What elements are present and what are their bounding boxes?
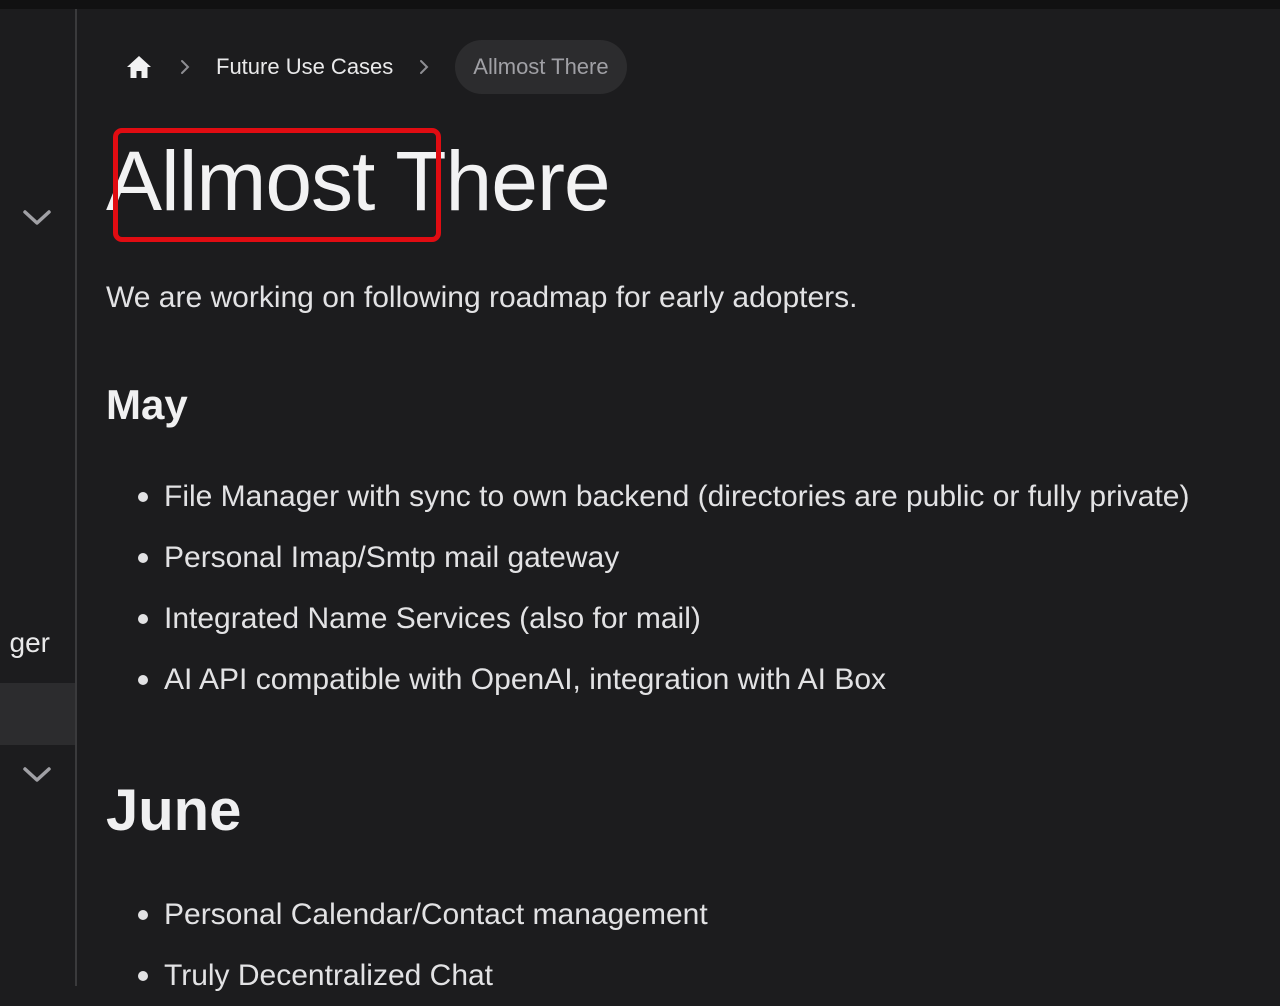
section-list-may: File Manager with sync to own backend (d… xyxy=(106,466,1189,710)
sidebar-item-label[interactable]: ger xyxy=(0,627,75,659)
breadcrumb-current: Allmost There xyxy=(455,40,627,94)
list-item-text: Personal Calendar/Contact management xyxy=(164,898,708,931)
breadcrumb: Future Use Cases Allmost There xyxy=(124,39,627,95)
window-top-bar xyxy=(0,0,1280,9)
section-list-june: Personal Calendar/Contact management Tru… xyxy=(106,884,708,1006)
main-content: Future Use Cases Allmost There Allmost T… xyxy=(77,9,1280,992)
page-title-wrap: Allmost There xyxy=(106,128,611,242)
bullet-icon xyxy=(138,614,148,624)
list-item: AI API compatible with OpenAI, integrati… xyxy=(106,649,1189,710)
home-icon[interactable] xyxy=(124,52,154,82)
list-item: Truly Decentralized Chat xyxy=(106,945,708,1006)
section-heading-june: June xyxy=(106,778,242,843)
list-item-text: Personal Imap/Smtp mail gateway xyxy=(164,541,620,574)
bullet-icon xyxy=(138,492,148,502)
list-item-text: AI API compatible with OpenAI, integrati… xyxy=(164,663,887,696)
list-item-text: File Manager with sync to own backend (d… xyxy=(164,480,1190,513)
bullet-icon xyxy=(138,971,148,981)
chevron-right-icon xyxy=(172,52,198,82)
intro-text: We are working on following roadmap for … xyxy=(106,281,858,314)
chevron-down-icon[interactable] xyxy=(22,208,52,228)
list-item: Personal Imap/Smtp mail gateway xyxy=(106,527,1189,588)
list-item-text: Truly Decentralized Chat xyxy=(164,959,494,992)
chevron-down-icon[interactable] xyxy=(22,765,52,785)
bullet-icon xyxy=(138,910,148,920)
list-item-text: Integrated Name Services (also for mail) xyxy=(164,602,701,635)
list-item: Integrated Name Services (also for mail) xyxy=(106,588,1189,649)
chevron-right-icon xyxy=(411,52,437,82)
sidebar: ger xyxy=(0,9,75,986)
section-heading-may: May xyxy=(106,381,188,428)
list-item: Personal Calendar/Contact management xyxy=(106,884,708,945)
list-item: File Manager with sync to own backend (d… xyxy=(106,466,1189,527)
sidebar-item-active[interactable] xyxy=(0,683,75,745)
bullet-icon xyxy=(138,553,148,563)
bullet-icon xyxy=(138,675,148,685)
highlight-box xyxy=(113,128,441,242)
breadcrumb-link-future-use-cases[interactable]: Future Use Cases xyxy=(216,54,393,80)
